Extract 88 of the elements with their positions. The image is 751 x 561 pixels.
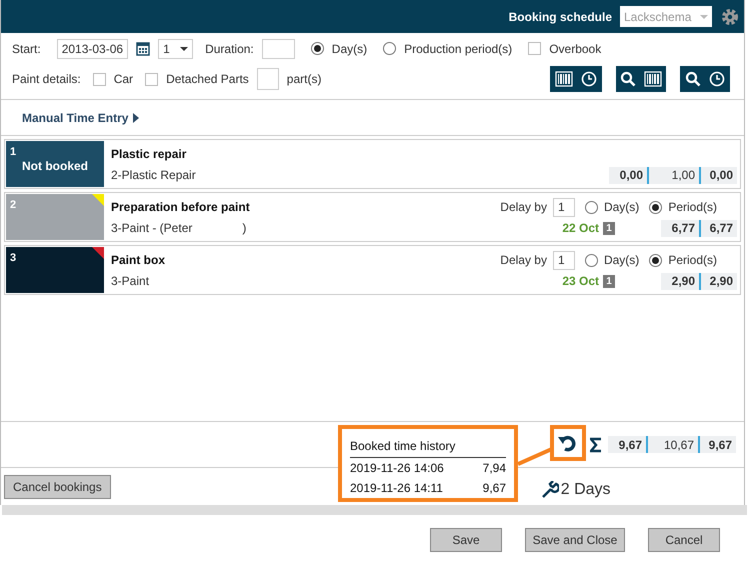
task-date: 22 Oct [562, 220, 599, 237]
task-number: 1 [10, 145, 16, 160]
delay-unit-label: Period(s) [668, 252, 717, 269]
task-title: Paint box [111, 252, 166, 269]
start-label: Start: [12, 40, 41, 58]
manual-time-entry-link[interactable]: Manual Time Entry [22, 108, 128, 126]
barcode-icon [644, 71, 662, 87]
toolbar-button[interactable] [550, 66, 602, 92]
task-subtitle: 2-Plastic Repair [111, 167, 196, 184]
search-icon [620, 71, 636, 87]
task-row[interactable]: 1 Not booked Plastic repair 2-Plastic Repair 0,00 1,00 0,00 [4, 139, 741, 189]
task-subtitle: 3-Paint [111, 273, 150, 290]
cancel-bookings-button[interactable]: Cancel bookings [4, 474, 111, 498]
delay-unit-label: Day(s) [604, 252, 640, 269]
task-row[interactable]: 2 Preparation before paint Delay by 1 Day(s) Period(s) 3-Paint - (Peter ) 22 Oct 1 6,77 6,77 [4, 192, 741, 242]
undo-button[interactable] [550, 425, 586, 461]
caret-icon [700, 14, 708, 18]
expand-arrow-icon[interactable] [132, 112, 140, 122]
value-cell-text: 9,67 [618, 436, 643, 453]
toolbar-button[interactable] [616, 66, 666, 92]
value-cell: 1,00 [647, 166, 699, 184]
sum-icon [590, 436, 602, 452]
history-time: 2019-11-26 14:11 [350, 480, 443, 497]
duration-summary: 2 Days [560, 480, 611, 500]
checkbox[interactable] [92, 72, 106, 86]
value-cell: 10,67 [646, 436, 698, 453]
value-cell: 9,67 [698, 436, 736, 453]
parts-field[interactable] [256, 68, 279, 90]
history-value: 9,67 [482, 480, 506, 497]
task-subtitle: 3-Paint - (Peter [111, 220, 192, 237]
checkbox[interactable] [145, 72, 158, 86]
delay-unit-label: Day(s) [604, 199, 640, 216]
value-cell: 2,90 [699, 272, 737, 290]
paint-details-label: Paint details: [12, 71, 81, 88]
duration-label: Duration: [205, 40, 254, 58]
header-title: Booking schedule [508, 8, 612, 26]
radio-button[interactable] [649, 200, 662, 214]
delay-field[interactable]: 1 [552, 250, 575, 270]
task-title: Preparation before paint [111, 199, 250, 216]
caret-icon [180, 46, 188, 50]
duration-field[interactable] [262, 38, 295, 58]
dialog-button[interactable]: Save [430, 528, 502, 552]
overbook-label: Overbook [549, 40, 602, 58]
value-cell: 6,77 [699, 220, 737, 236]
barcode-icon [555, 71, 573, 87]
radio-button[interactable] [584, 254, 598, 266]
radio-button[interactable] [584, 200, 598, 214]
search-icon [685, 71, 701, 87]
task-number: 2 [10, 198, 16, 213]
radio-button[interactable] [310, 42, 324, 55]
count-dropdown[interactable]: 1 [158, 38, 194, 58]
duration-option-label: Day(s) [332, 40, 368, 58]
paint-detail-label: Car [114, 71, 134, 88]
clock-icon [709, 71, 725, 87]
history-time: 2019-11-26 14:06 [350, 460, 444, 477]
radio-button[interactable] [383, 42, 396, 55]
task-title: Plastic repair [111, 146, 186, 163]
dialog-button[interactable]: Cancel [648, 528, 720, 552]
value-cell-text: 6,77 [670, 220, 696, 236]
wrench-icon [540, 480, 559, 498]
undo-icon [558, 434, 578, 452]
count-badge: 1 [603, 274, 615, 288]
paint-detail-label: Detached Parts [166, 71, 249, 88]
task-subtitle-end: ) [242, 220, 246, 237]
dialog-button[interactable]: Save and Close [525, 528, 625, 552]
duration-option-label: Production period(s) [404, 40, 512, 58]
value-cell: 0,00 [699, 166, 737, 184]
task-date: 23 Oct [562, 273, 599, 290]
start-date-field[interactable]: 2013-03-06 [56, 38, 128, 58]
radio-button[interactable] [649, 254, 662, 266]
value-cell-text: 0,00 [618, 167, 644, 184]
calendar-icon[interactable] [136, 42, 150, 56]
toolbar-button[interactable] [680, 66, 730, 92]
value-cell-text: 2,90 [670, 273, 696, 290]
history-value: 7,94 [482, 460, 506, 477]
parts-label: part(s) [286, 71, 322, 88]
task-status: Not booked [21, 158, 89, 175]
checkbox[interactable] [528, 42, 542, 55]
task-number: 3 [10, 251, 16, 266]
clock-icon [581, 71, 597, 87]
delay-unit-label: Period(s) [668, 199, 717, 216]
task-row[interactable]: 3 Paint box Delay by 1 Day(s) Period(s) 3-Paint 23 Oct 1 2,90 2,90 [4, 245, 741, 295]
delay-field[interactable]: 1 [552, 198, 575, 216]
history-title: Booked time history [350, 437, 506, 458]
count-badge: 1 [603, 222, 615, 234]
delay-label: Delay by [500, 199, 547, 216]
settings-icon[interactable] [720, 6, 740, 26]
delay-label: Delay by [500, 252, 547, 269]
